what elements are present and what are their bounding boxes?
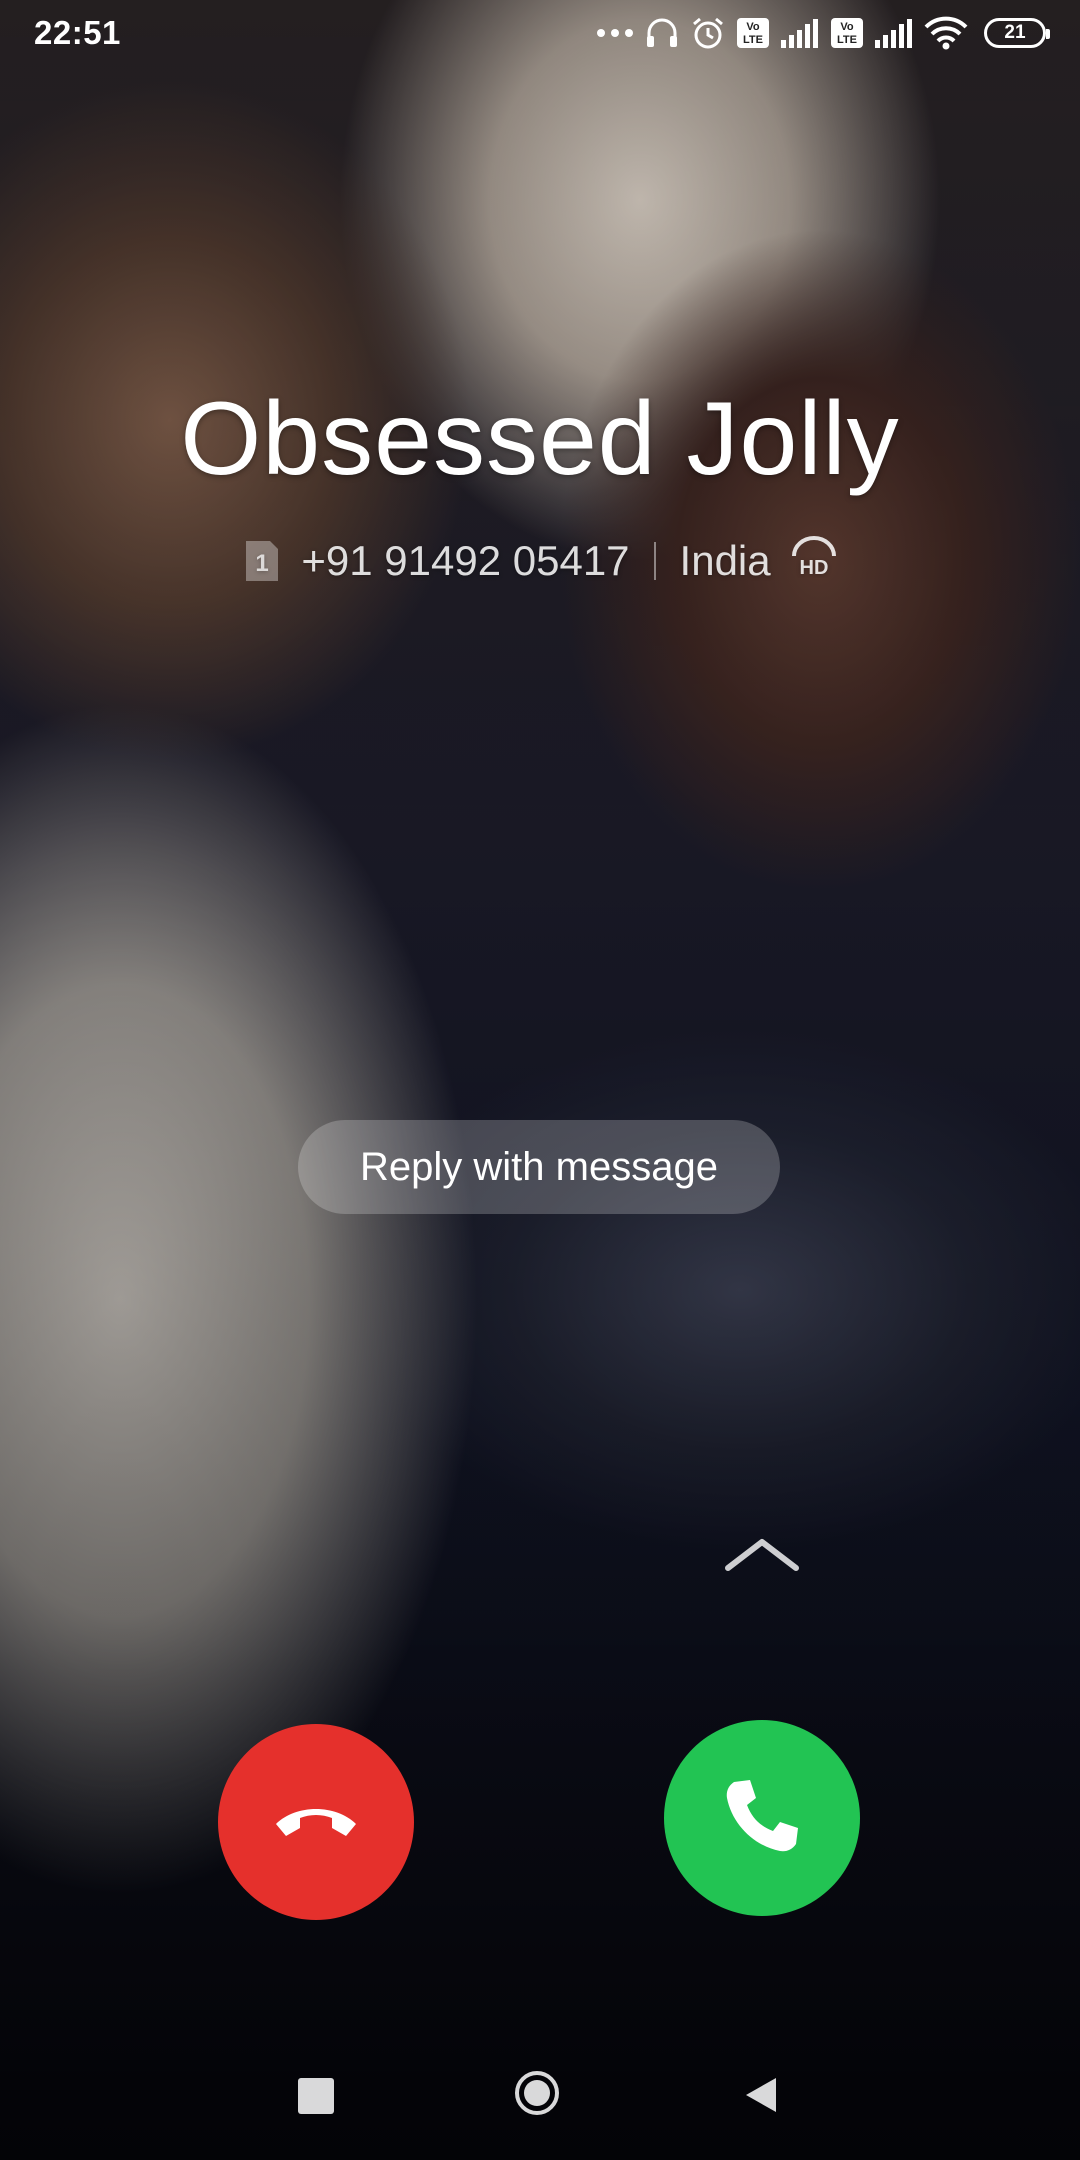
answer-call-button[interactable] bbox=[664, 1720, 860, 1916]
incoming-call-screen: 22:51 Vo LTE Vo LTE 21 Obsessed Jolly 1 … bbox=[0, 0, 1080, 2160]
phone-answer-icon bbox=[720, 1774, 804, 1863]
wifi-icon bbox=[924, 16, 968, 50]
volte-icon: Vo LTE bbox=[830, 17, 864, 49]
hd-voice-icon: HD bbox=[789, 534, 839, 588]
caller-name: Obsessed Jolly bbox=[180, 381, 900, 497]
meta-divider bbox=[653, 542, 656, 580]
status-bar: 22:51 Vo LTE Vo LTE 21 bbox=[0, 0, 1080, 66]
signal-icon bbox=[780, 18, 820, 48]
volte-label-top: Vo bbox=[746, 21, 760, 33]
hd-label: HD bbox=[799, 557, 828, 578]
phone-hangup-icon bbox=[266, 1790, 366, 1855]
battery-icon: 21 bbox=[984, 18, 1050, 48]
back-icon[interactable] bbox=[744, 2076, 778, 2114]
status-time: 22:51 bbox=[34, 14, 121, 51]
more-dots-icon bbox=[596, 27, 634, 39]
caller-number: +91 91492 05417 bbox=[301, 537, 630, 584]
chevron-up-icon[interactable] bbox=[722, 1534, 802, 1574]
volte-label-bottom: LTE bbox=[837, 34, 857, 46]
recents-icon[interactable] bbox=[298, 2078, 334, 2114]
decline-call-button[interactable] bbox=[218, 1724, 414, 1920]
headphones-icon bbox=[644, 15, 680, 51]
status-icons: Vo LTE Vo LTE 21 bbox=[596, 15, 1050, 51]
photo-overlay bbox=[0, 0, 1080, 2160]
reply-with-message-button[interactable]: Reply with message bbox=[298, 1120, 780, 1214]
alarm-icon bbox=[690, 15, 726, 51]
volte-label-bottom: LTE bbox=[743, 34, 763, 46]
caller-location: India bbox=[679, 537, 771, 584]
signal-icon bbox=[874, 18, 914, 48]
volte-label-top: Vo bbox=[840, 21, 854, 33]
volte-icon: Vo LTE bbox=[736, 17, 770, 49]
caller-details: 1 +91 91492 05417 India HD bbox=[0, 534, 1080, 588]
home-icon[interactable] bbox=[514, 2070, 560, 2116]
sim-slot-number: 1 bbox=[256, 550, 269, 577]
sim-card-icon: 1 bbox=[241, 537, 283, 585]
